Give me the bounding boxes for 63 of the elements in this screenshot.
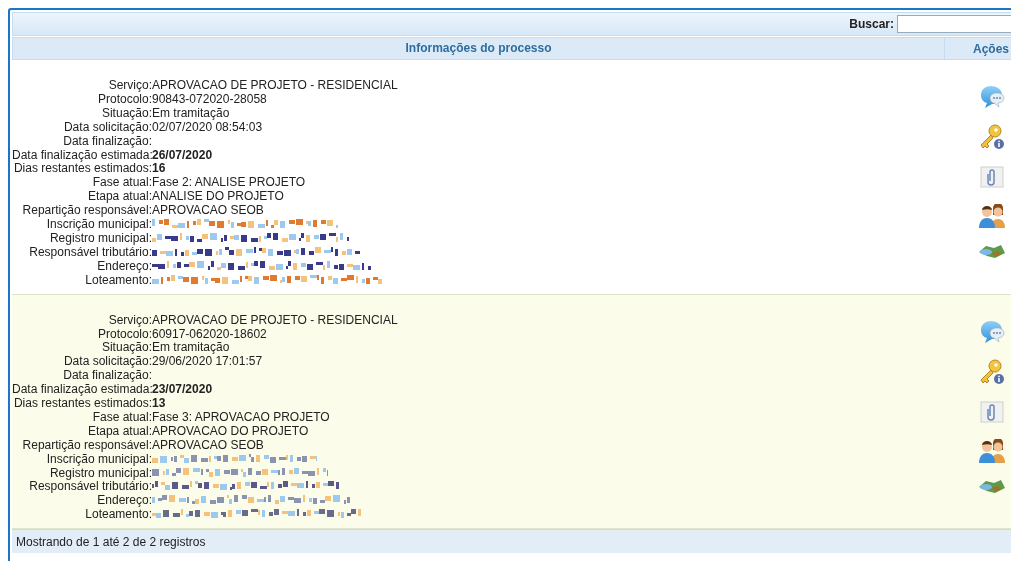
field-value: APROVACAO SEOB	[152, 438, 265, 453]
paperclip-icon[interactable]	[980, 165, 1004, 189]
field-value: Fase 3: APROVACAO PROJETO	[152, 410, 331, 425]
field-label: Serviço:	[107, 313, 152, 328]
chat-bubbles-icon[interactable]	[979, 319, 1005, 344]
field-value: 16	[152, 162, 167, 177]
field-value: Fase 2: ANALISE PROJETO	[152, 176, 307, 191]
field-label: Serviço:	[107, 79, 152, 93]
column-header: Informações do processo	[13, 38, 945, 59]
field-label: Data solicitação:	[62, 120, 152, 135]
field-label: Loteamento:	[84, 508, 152, 523]
field-label: Situação:	[100, 341, 152, 356]
field-value: 13	[152, 397, 167, 411]
field-value: ANALISE DO PROJETO	[152, 190, 285, 205]
search-field[interactable]	[897, 15, 1011, 33]
search-label: Buscar:	[849, 17, 894, 31]
field-value: 23/07/2020	[152, 383, 214, 398]
key-info-icon[interactable]	[979, 124, 1005, 150]
field-label: Protocolo:	[96, 92, 152, 107]
field-label: Inscrição municipal:	[45, 218, 152, 232]
field-value: 02/07/2020 08:54:03	[152, 120, 264, 135]
field-value: Em tramitação	[152, 106, 231, 121]
field-value: 26/07/2020	[152, 148, 214, 163]
field-value: APROVACAO DE PROJETO - RESIDENCIAL	[152, 79, 398, 93]
records-count: Mostrando de 1 até 2 de 2 registros	[16, 534, 206, 549]
field-label: Data finalização:	[62, 134, 152, 149]
two-people-icon[interactable]	[978, 438, 1006, 463]
field-value: Em tramitação	[152, 341, 231, 356]
column-header: Ações	[972, 41, 1010, 56]
field-label: Dias restantes estimados:	[12, 162, 152, 177]
field-value: APROVACAO SEOB	[152, 204, 265, 219]
field-label: Registro municipal:	[49, 231, 152, 246]
field-label: Repartição responsável:	[21, 438, 152, 453]
map-terrain-icon[interactable]	[978, 243, 1006, 259]
field-label: Fase atual:	[91, 410, 152, 425]
field-label: Data finalização:	[62, 369, 152, 384]
field-label: Responsável tributário:	[28, 245, 152, 260]
field-value: 90843-072020-28058	[152, 92, 268, 107]
field-label: Endereço:	[97, 259, 152, 274]
field-label: Fase atual:	[91, 176, 152, 191]
field-value: 29/06/2020 17:01:57	[152, 355, 264, 370]
two-people-icon[interactable]	[978, 204, 1006, 228]
map-terrain-icon[interactable]	[978, 477, 1006, 494]
field-label: Repartição responsável:	[21, 204, 152, 219]
field-label: Data finalização estimada:	[12, 148, 152, 163]
field-label: Etapa atual:	[86, 424, 152, 439]
key-info-icon[interactable]	[979, 358, 1005, 385]
field-label: Responsável tributário:	[28, 480, 152, 495]
field-label: Inscrição municipal:	[46, 452, 152, 467]
field-value: APROVACAO DO PROJETO	[152, 424, 310, 439]
field-label: Endereço:	[96, 494, 152, 509]
field-label: Etapa atual:	[86, 190, 152, 205]
field-label: Situação:	[100, 106, 152, 121]
field-label: Loteamento:	[84, 273, 152, 288]
paperclip-icon[interactable]	[980, 399, 1004, 424]
chat-bubbles-icon[interactable]	[979, 85, 1005, 109]
field-value: APROVACAO DE PROJETO - RESIDENCIAL	[152, 313, 398, 328]
field-label: Protocolo:	[96, 327, 152, 342]
field-label: Data finalização estimada:	[12, 383, 152, 398]
field-label: Registro municipal:	[49, 466, 152, 481]
field-label: Dias restantes estimados:	[12, 397, 152, 411]
field-value: 60917-062020-18602	[152, 327, 268, 342]
field-label: Data solicitação:	[62, 355, 152, 370]
